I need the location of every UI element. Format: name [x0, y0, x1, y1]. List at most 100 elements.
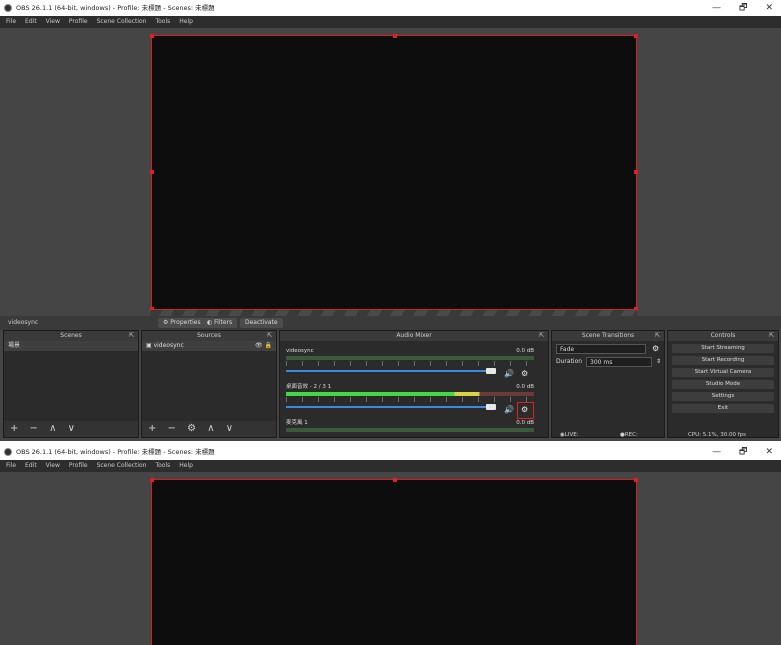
deactivate-button[interactable]: Deactivate — [240, 318, 283, 328]
resize-handle[interactable] — [634, 34, 638, 38]
controls-header: Controls — [710, 332, 736, 339]
duration-input[interactable]: 300 ms — [586, 357, 652, 367]
speaker-icon[interactable]: 🔊 — [504, 370, 514, 378]
title-bar: OBS 26.1.1 (64-bit, windows) - Profile: … — [0, 0, 781, 16]
volume-meter — [286, 392, 534, 396]
title-bar: OBS 26.1.1 (64-bit, windows) - Profile: … — [0, 444, 781, 460]
slider-handle[interactable] — [486, 368, 496, 374]
current-source-name: videosync — [8, 319, 39, 326]
dock-float-icon[interactable]: ⇱ — [539, 331, 544, 341]
gear-icon[interactable]: ⚙ — [652, 345, 659, 353]
menu-scene-collection[interactable]: Scene Collection — [97, 16, 147, 28]
properties-button[interactable]: ⚙ Properties — [158, 318, 206, 328]
menu-bar: File Edit View Profile Scene Collection … — [0, 16, 781, 28]
gear-icon[interactable]: ⚙ — [521, 370, 528, 378]
audio-mixer-header: Audio Mixer — [396, 332, 432, 339]
preview-canvas[interactable] — [150, 478, 638, 645]
highlight-box — [517, 402, 534, 419]
menu-edit[interactable]: Edit — [25, 460, 37, 472]
preview-canvas[interactable] — [150, 34, 638, 311]
start-virtual-camera-button[interactable]: Start Virtual Camera — [672, 368, 774, 377]
menu-profile[interactable]: Profile — [69, 460, 88, 472]
source-toolbar: videosync ⚙ Properties ◐ Filters Deactiv… — [0, 316, 781, 330]
filters-button[interactable]: ◐ Filters — [202, 318, 238, 328]
menu-help[interactable]: Help — [179, 460, 193, 472]
start-recording-button[interactable]: Start Recording — [672, 356, 774, 365]
minimize-button[interactable]: — — [712, 0, 721, 16]
dock-float-icon[interactable]: ⇱ — [129, 331, 134, 341]
resize-handle[interactable] — [393, 34, 397, 38]
status-bar: ◉ LIVE: 00:00:00 ● REC: 00:00:00 CPU: 5.… — [0, 429, 781, 441]
scenes-header: Scenes — [60, 332, 82, 339]
duration-label: Duration — [556, 358, 583, 365]
menu-edit[interactable]: Edit — [25, 16, 37, 28]
menu-profile[interactable]: Profile — [69, 16, 88, 28]
close-button[interactable]: ✕ — [765, 444, 773, 460]
menu-help[interactable]: Help — [179, 16, 193, 28]
resize-handle[interactable] — [634, 170, 638, 174]
source-item-label: videosync — [153, 342, 184, 349]
obs-logo-icon — [4, 448, 12, 456]
obs-window-second: OBS 26.1.1 (64-bit, windows) - Profile: … — [0, 444, 781, 645]
settings-button[interactable]: Settings — [672, 392, 774, 401]
menu-file[interactable]: File — [6, 16, 16, 28]
volume-slider[interactable] — [286, 368, 534, 374]
dock-float-icon[interactable]: ⇱ — [655, 331, 660, 341]
scene-transitions-header: Scene Transitions — [581, 332, 635, 339]
controls-dock: Controls ⇱ Start Streaming Start Recordin… — [667, 330, 779, 438]
resize-handle[interactable] — [150, 170, 154, 174]
mixer-channel: 桌面音效 - 2 / 3 1 0.0 dB 🔊 ⚙ — [286, 383, 534, 419]
resize-handle[interactable] — [634, 478, 638, 482]
minimize-button[interactable]: — — [712, 444, 721, 460]
obs-window: OBS 26.1.1 (64-bit, windows) - Profile: … — [0, 0, 781, 441]
channel-name: videosync — [286, 348, 314, 354]
scenes-dock: Scenes ⇱ 場景 + − ∧ ∨ — [3, 330, 139, 438]
menu-view[interactable]: View — [46, 16, 60, 28]
properties-label: Properties — [170, 319, 201, 326]
meter-scale — [286, 361, 534, 366]
visibility-eye-icon[interactable]: 👁 🔒 — [255, 341, 272, 351]
resize-handle[interactable] — [150, 478, 154, 482]
channel-name: 麥克風 1 — [286, 420, 308, 426]
dock-float-icon[interactable]: ⇱ — [267, 331, 272, 341]
spinner-icon[interactable]: ⇕ — [656, 358, 661, 366]
rec-status: ● REC: 00:00:00 — [620, 432, 638, 438]
menu-file[interactable]: File — [6, 460, 16, 472]
resize-handle[interactable] — [393, 478, 397, 482]
menu-tools[interactable]: Tools — [155, 460, 170, 472]
media-source-icon: ▣ — [146, 342, 154, 349]
cpu-status: CPU: 5.1%, 30.00 fps — [688, 432, 747, 438]
close-button[interactable]: ✕ — [765, 0, 773, 16]
menu-scene-collection[interactable]: Scene Collection — [97, 460, 147, 472]
exit-button[interactable]: Exit — [672, 404, 774, 413]
mixer-channel: videosync 0.0 dB 🔊 ⚙ — [286, 347, 534, 378]
start-streaming-button[interactable]: Start Streaming — [672, 344, 774, 353]
speaker-icon[interactable]: 🔊 — [504, 406, 514, 414]
scene-item[interactable]: 場景 — [4, 341, 138, 351]
menu-bar: File Edit View Profile Scene Collection … — [0, 460, 781, 472]
menu-tools[interactable]: Tools — [155, 16, 170, 28]
scene-transitions-dock: Scene Transitions ⇱ Fade ⚙ Duration 300 m… — [551, 330, 665, 438]
live-status: ◉ LIVE: 00:00:00 — [560, 432, 579, 438]
menu-view[interactable]: View — [46, 460, 60, 472]
window-title: OBS 26.1.1 (64-bit, windows) - Profile: … — [16, 4, 215, 12]
meter-scale — [286, 397, 534, 402]
channel-db: 0.0 dB — [516, 348, 534, 354]
maximize-button[interactable]: 🗗 — [739, 444, 747, 460]
studio-mode-button[interactable]: Studio Mode — [672, 380, 774, 389]
sources-header: Sources — [197, 332, 221, 339]
volume-slider[interactable] — [286, 404, 534, 410]
window-title: OBS 26.1.1 (64-bit, windows) - Profile: … — [16, 448, 215, 456]
sources-dock: Sources ⇱ ▣ videosync 👁 🔒 + − ⚙ ∧ ∨ — [141, 330, 277, 438]
channel-db: 0.0 dB — [516, 384, 534, 390]
dock-float-icon[interactable]: ⇱ — [769, 331, 774, 341]
volume-meter — [286, 356, 534, 360]
channel-db: 0.0 dB — [516, 420, 534, 426]
resize-handle[interactable] — [150, 34, 154, 38]
slider-handle[interactable] — [486, 404, 496, 410]
obs-logo-icon — [4, 4, 12, 12]
audio-mixer-dock: Audio Mixer ⇱ videosync 0.0 dB 🔊 ⚙ 桌面音效 - … — [279, 330, 549, 438]
maximize-button[interactable]: 🗗 — [739, 0, 747, 16]
source-item[interactable]: ▣ videosync 👁 🔒 — [142, 341, 276, 351]
transition-select[interactable]: Fade — [556, 344, 646, 354]
